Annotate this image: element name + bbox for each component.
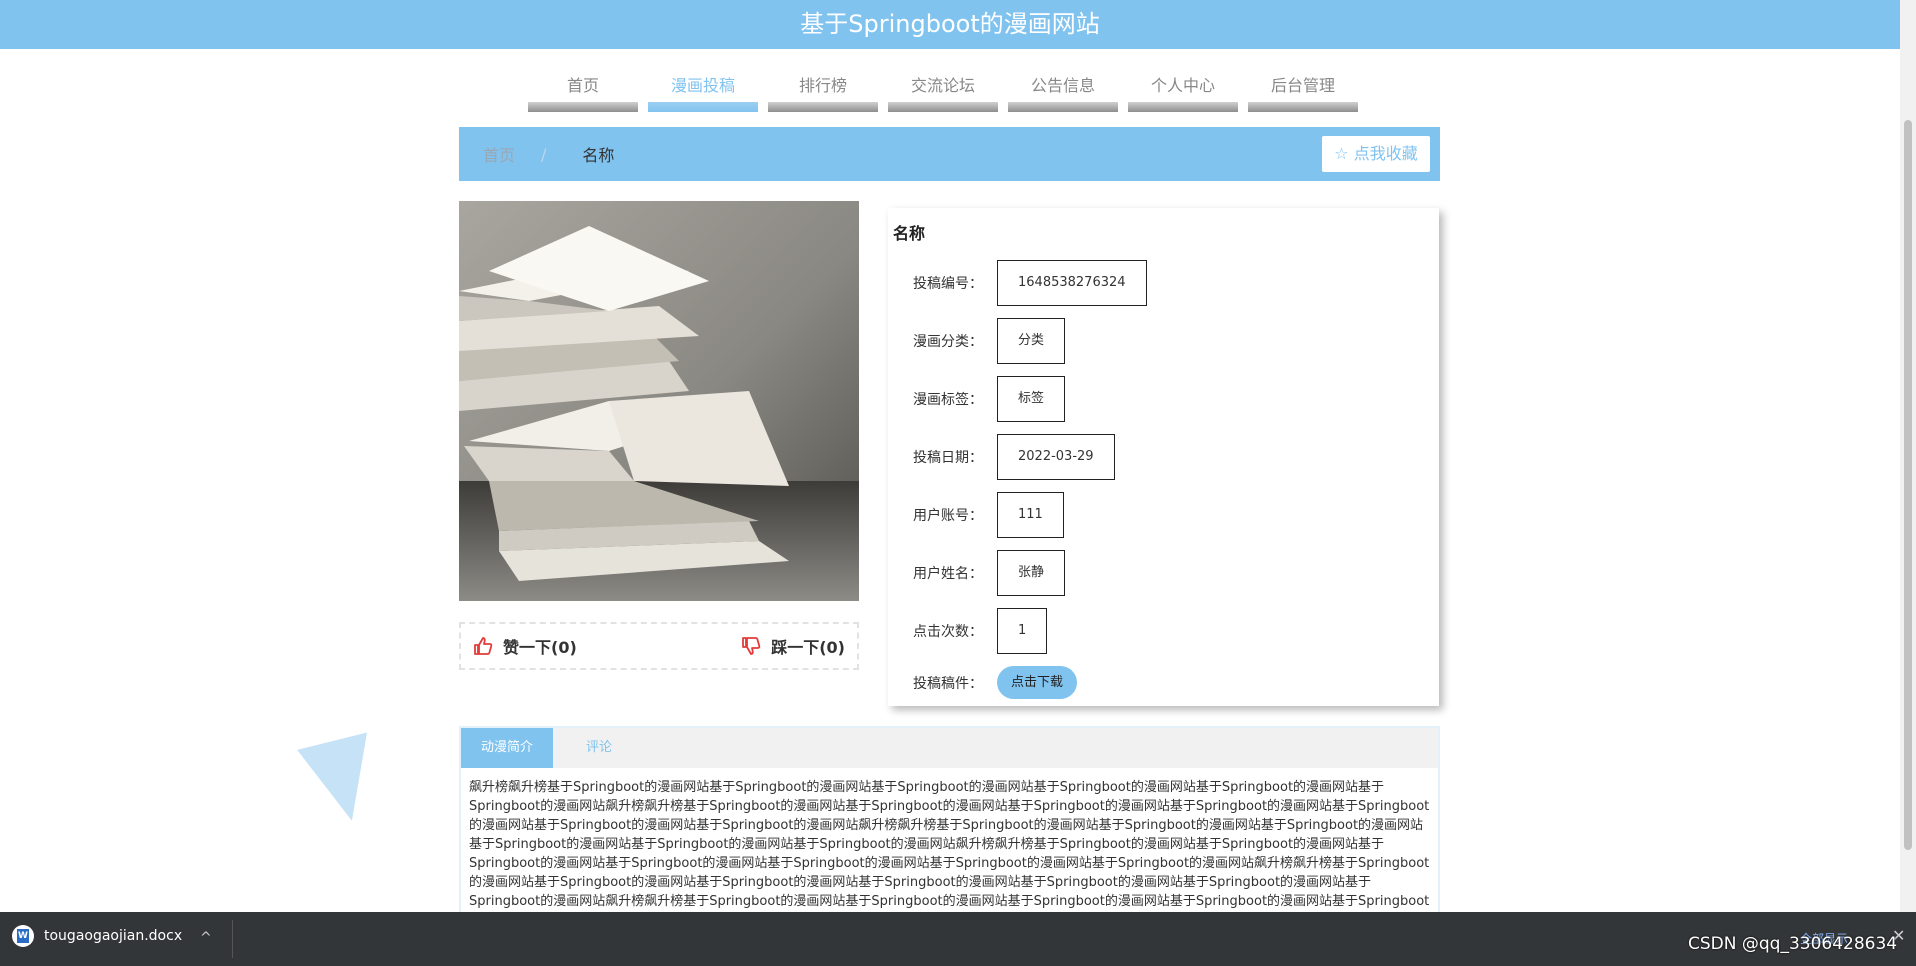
field-value: 1648538276324 [997, 260, 1147, 306]
breadcrumb-current: 名称 [582, 146, 615, 165]
site-header: 基于Springboot的漫画网站 [0, 0, 1900, 49]
intro-text: 飙升榜飙升榜基于Springboot的漫画网站基于Springboot的漫画网站… [469, 780, 1430, 916]
nav-announcements[interactable]: 公告信息 [1008, 62, 1118, 112]
word-doc-icon: W [12, 925, 34, 947]
field-value: 标签 [997, 376, 1066, 422]
chevron-up-icon[interactable]: ^ [200, 930, 212, 946]
field-value: 张静 [997, 550, 1066, 596]
thumbs-up-icon [474, 637, 493, 655]
decorative-triangle [297, 732, 387, 830]
vote-box: 赞一下(0) 踩一下(0) [459, 622, 859, 670]
tab-header: 动漫简介 评论 [461, 728, 1438, 768]
field-label: 漫画分类： [913, 334, 983, 350]
field-user-name: 用户姓名： 张静 [913, 550, 1066, 596]
field-label: 点击次数： [913, 624, 983, 640]
field-submission-date: 投稿日期： 2022-03-29 [913, 434, 1115, 480]
nav-home[interactable]: 首页 [528, 62, 638, 112]
field-submission-id: 投稿编号： 1648538276324 [913, 260, 1147, 306]
tab-comments[interactable]: 评论 [553, 728, 645, 768]
download-file-name: tougaogaojian.docx [44, 928, 183, 944]
field-click-count: 点击次数： 1 [913, 608, 1048, 654]
comic-detail-panel: 名称 投稿编号： 1648538276324 漫画分类： 分类 漫画标签： 标签… [888, 208, 1439, 706]
nav-comic-submission[interactable]: 漫画投稿 [648, 62, 758, 112]
thumbs-down-icon [742, 637, 761, 655]
like-button[interactable]: 赞一下(0) [473, 634, 577, 658]
nav-ranking[interactable]: 排行榜 [768, 62, 878, 112]
field-label: 投稿编号： [913, 276, 983, 292]
field-value: 111 [997, 492, 1064, 538]
breadcrumb: 首页 / 名称 ☆ 点我收藏 [459, 127, 1440, 181]
field-tag: 漫画标签： 标签 [913, 376, 1066, 422]
page-scrollbar[interactable] [1900, 0, 1916, 912]
breadcrumb-separator: / [541, 144, 547, 164]
field-label: 投稿日期： [913, 450, 983, 466]
main-nav: 首页 漫画投稿 排行榜 交流论坛 公告信息 个人中心 后台管理 [528, 62, 1368, 112]
breadcrumb-home[interactable]: 首页 [483, 142, 515, 166]
browser-download-bar: W tougaogaojian.docx ^ 全部显示 ✕ [0, 912, 1916, 966]
field-value: 分类 [997, 318, 1066, 364]
detail-title: 名称 [893, 224, 926, 243]
field-label: 漫画标签： [913, 392, 983, 408]
nav-admin[interactable]: 后台管理 [1248, 62, 1358, 112]
dislike-button[interactable]: 踩一下(0) [741, 634, 845, 658]
field-label: 投稿稿件： [913, 675, 983, 692]
field-user-account: 用户账号： 111 [913, 492, 1064, 538]
detail-tabs: 动漫简介 评论 飙升榜飙升榜基于Springboot的漫画网站基于Springb… [459, 726, 1440, 916]
dislike-label: 踩一下(0) [771, 638, 845, 657]
field-label: 用户姓名： [913, 566, 983, 582]
scrollbar-thumb[interactable] [1904, 120, 1912, 850]
field-label: 用户账号： [913, 508, 983, 524]
like-label: 赞一下(0) [503, 638, 577, 657]
download-divider [232, 920, 233, 958]
nav-forum[interactable]: 交流论坛 [888, 62, 998, 112]
download-button[interactable]: 点击下载 [997, 666, 1078, 699]
field-category: 漫画分类： 分类 [913, 318, 1066, 364]
nav-personal-center[interactable]: 个人中心 [1128, 62, 1238, 112]
book-stack-image [459, 201, 859, 601]
favorite-button[interactable]: ☆ 点我收藏 [1322, 136, 1430, 172]
site-title: 基于Springboot的漫画网站 [800, 10, 1100, 38]
download-item[interactable]: W tougaogaojian.docx [12, 925, 182, 947]
field-attachment: 投稿稿件： 点击下载 [913, 666, 1078, 699]
csdn-watermark: CSDN @qq_3306428634 [1688, 934, 1898, 954]
field-value: 1 [997, 608, 1048, 654]
tab-intro[interactable]: 动漫简介 [461, 728, 553, 768]
comic-cover-image [459, 201, 859, 601]
field-value: 2022-03-29 [997, 434, 1115, 480]
